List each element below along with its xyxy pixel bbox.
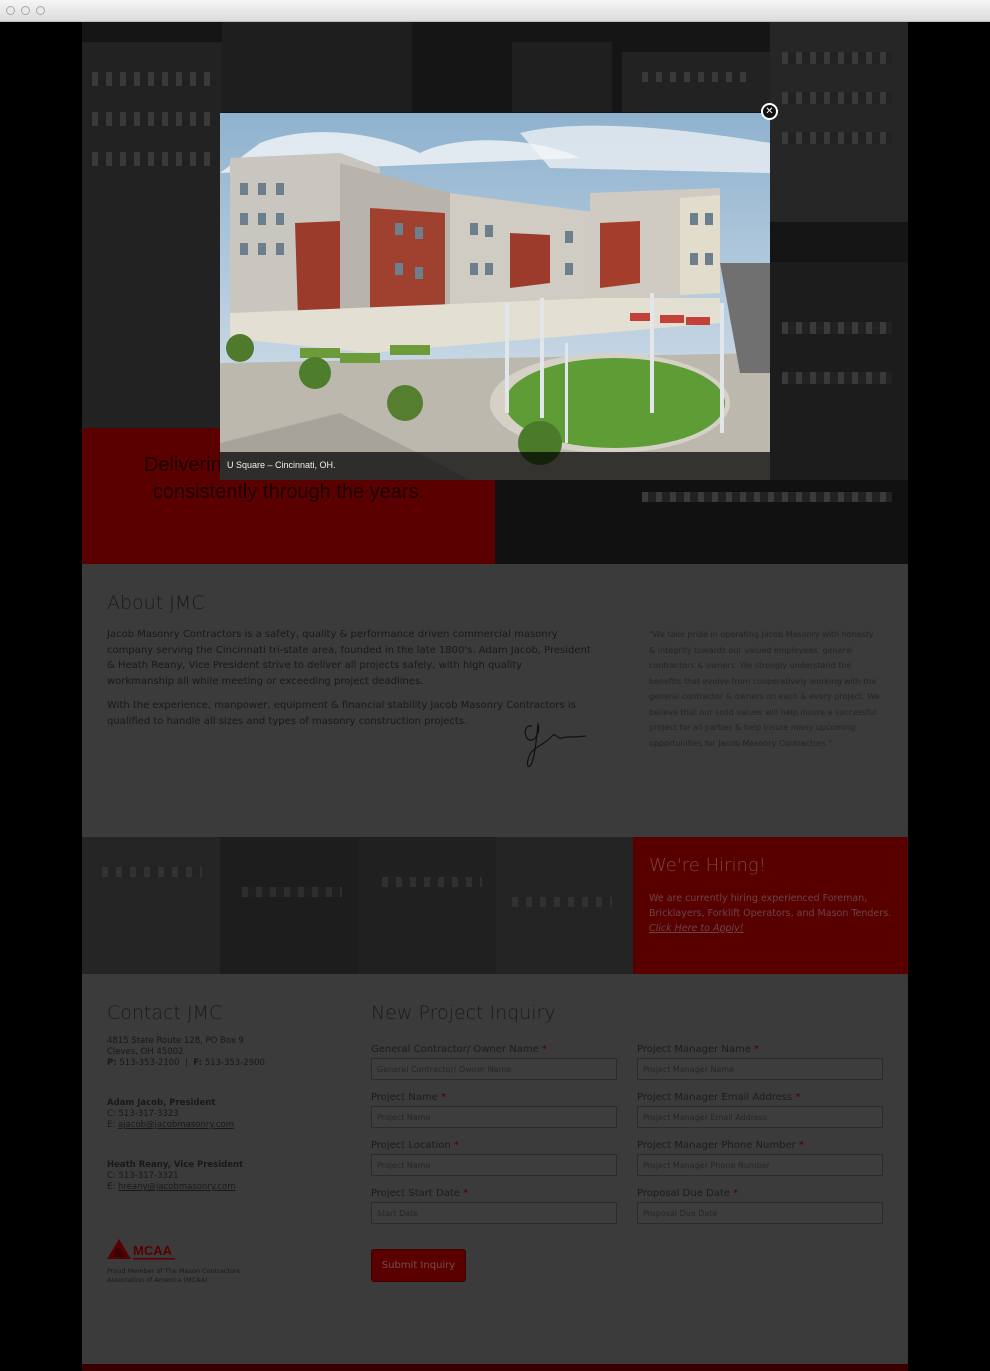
hiring-photo-2	[220, 837, 358, 974]
hiring-photo-3	[358, 837, 496, 974]
browser-titlebar	[0, 0, 990, 22]
person1-email-link[interactable]: ajacob@jacobmasonry.com	[118, 1120, 234, 1130]
contact-person-2: Heath Reany, Vice President C: 513-317-3…	[107, 1160, 244, 1192]
form-label-4: Project Location *	[371, 1140, 459, 1151]
about-paragraph-1: Jacob Masonry Contractors is a safety, q…	[107, 629, 591, 687]
window-zoom-dot-icon[interactable]	[36, 6, 45, 15]
lightbox-image-panel: U Square – Cincinnati, OH.	[220, 113, 770, 480]
hiring-photo-1	[82, 837, 220, 974]
mcaa-logo: MCAA	[107, 1239, 175, 1260]
window-close-dot-icon[interactable]	[6, 6, 15, 15]
form-label-0: General Contractor/ Owner Name *	[371, 1044, 547, 1055]
close-icon[interactable]: ✕	[761, 103, 778, 120]
hiring-text: We are currently hiring experienced Fore…	[649, 893, 892, 934]
person2-email-link[interactable]: hreany@jacobmasonry.com	[118, 1182, 236, 1192]
form-input-6[interactable]	[371, 1202, 617, 1224]
form-label-5: Project Manager Phone Number *	[637, 1140, 804, 1151]
about-paragraph-2: With the experience, manpower, equipment…	[107, 700, 576, 727]
form-label-1: Project Manager Name *	[637, 1044, 760, 1055]
form-title: New Project Inquiry	[371, 1002, 556, 1024]
form-label-6: Project Start Date *	[371, 1188, 469, 1199]
contact-section: Contact JMC 4815 State Route 128, PO Box…	[82, 974, 908, 1364]
svg-text:MCAA: MCAA	[133, 1243, 173, 1258]
form-input-0[interactable]	[371, 1058, 617, 1080]
contact-title: Contact JMC	[107, 1002, 223, 1024]
apply-link[interactable]: Click Here to Apply!	[649, 923, 744, 934]
form-label-7: Proposal Due Date *	[637, 1188, 739, 1199]
about-quote: "We take pride in operating Jacob Masonr…	[649, 630, 880, 748]
project-photo	[220, 113, 770, 480]
about-title: About JMC	[107, 592, 205, 614]
lightbox-caption: U Square – Cincinnati, OH.	[227, 460, 336, 470]
form-input-1[interactable]	[637, 1058, 883, 1080]
contact-address: 4815 State Route 128, PO Box 9 Cleves, O…	[107, 1036, 265, 1068]
form-label-2: Project Name *	[371, 1092, 447, 1103]
form-input-5[interactable]	[637, 1154, 883, 1176]
hiring-box: We're Hiring! We are currently hiring ex…	[633, 837, 908, 974]
form-input-4[interactable]	[371, 1154, 617, 1176]
submit-inquiry-button[interactable]: Submit Inquiry	[371, 1249, 466, 1282]
footer-border	[82, 1364, 908, 1371]
window-minimize-dot-icon[interactable]	[21, 6, 30, 15]
signature-icon	[524, 721, 587, 768]
mcaa-caption: Proud Member of The Mason Contractors As…	[107, 1267, 241, 1284]
form-input-3[interactable]	[637, 1106, 883, 1128]
form-input-2[interactable]	[371, 1106, 617, 1128]
form-label-3: Project Manager Email Address *	[637, 1092, 801, 1103]
contact-person-1: Adam Jacob, President C: 513-317-3323 E:…	[107, 1098, 234, 1130]
lightbox-caption-bar: U Square – Cincinnati, OH.	[220, 452, 770, 480]
hiring-title: We're Hiring!	[649, 855, 766, 876]
form-input-7[interactable]	[637, 1202, 883, 1224]
about-section: About JMC Jacob Masonry Contractors is a…	[82, 564, 908, 837]
hero-building-image	[82, 42, 222, 432]
hiring-section: We're Hiring! We are currently hiring ex…	[82, 837, 908, 974]
